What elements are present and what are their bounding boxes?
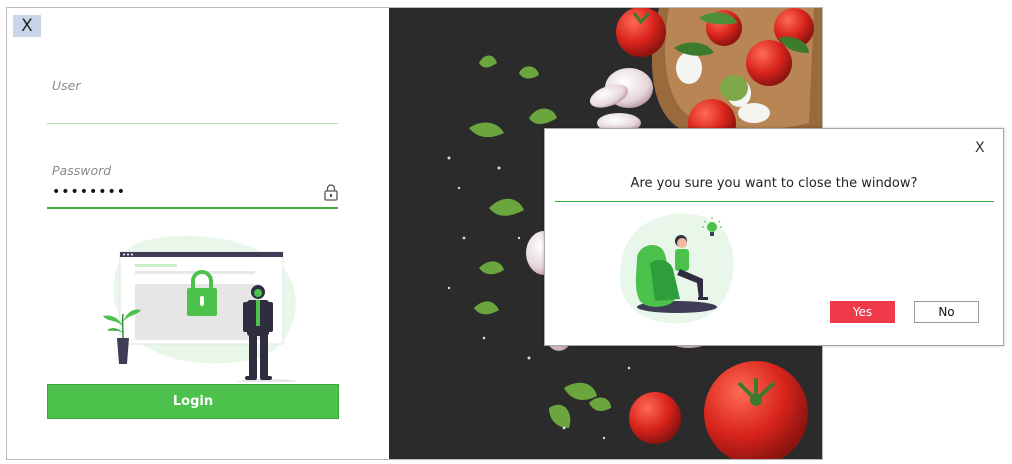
close-button[interactable]: X: [13, 15, 41, 37]
user-field[interactable]: [47, 123, 338, 124]
dialog-divider: [555, 201, 994, 202]
thinking-person-illustration: [620, 213, 734, 324]
yes-button[interactable]: Yes: [830, 301, 895, 323]
dialog-message: Are you sure you want to close the windo…: [630, 176, 918, 191]
confirm-close-dialog: X Are you sure you want to close the win…: [544, 128, 1004, 346]
password-underline: [47, 207, 338, 209]
login-button[interactable]: Login: [47, 384, 339, 419]
user-field-label: User: [52, 78, 81, 93]
dialog-close-button[interactable]: X: [975, 140, 985, 156]
login-illustration: [103, 235, 297, 382]
lock-icon: [324, 184, 338, 201]
password-field[interactable]: ••••••••: [52, 184, 126, 200]
password-field-label: Password: [52, 163, 112, 178]
no-button[interactable]: No: [914, 301, 979, 323]
